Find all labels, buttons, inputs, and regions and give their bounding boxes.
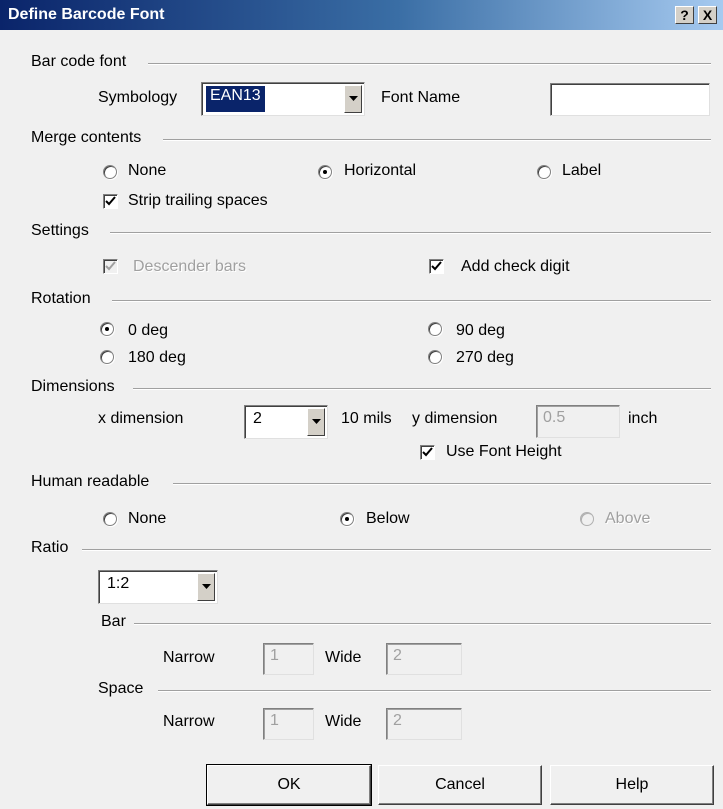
rotation-90-label: 90 deg: [456, 322, 505, 339]
help-caption-button[interactable]: ?: [675, 6, 694, 24]
space-narrow-input[interactable]: 1: [263, 708, 314, 740]
radio-selected-dot: [105, 327, 109, 331]
symbology-select[interactable]: EAN13: [201, 82, 365, 116]
strip-trailing-spaces-checkbox[interactable]: [103, 194, 118, 209]
group-divider: [134, 623, 711, 625]
descender-bars-checkbox[interactable]: [103, 259, 118, 274]
rotation-270-radio[interactable]: [428, 350, 442, 364]
y-dimension-input[interactable]: 0.5: [536, 405, 620, 438]
group-divider: [173, 483, 711, 485]
space-wide-input[interactable]: 2: [386, 708, 462, 740]
x-dimension-value: 2: [253, 410, 262, 427]
group-divider: [110, 232, 711, 234]
x-dimension-unit: 10 mils: [341, 410, 392, 427]
checkmark-icon: [105, 261, 116, 271]
merge-label-label: Label: [562, 162, 602, 179]
human-readable-below-label: Below: [366, 510, 410, 527]
add-check-digit-checkbox[interactable]: [429, 259, 444, 274]
human-readable-none-label: None: [128, 510, 167, 527]
ratio-select[interactable]: 1:2: [98, 570, 218, 604]
rotation-0-radio[interactable]: [100, 322, 114, 336]
symbology-value: EAN13: [206, 86, 265, 112]
group-divider: [112, 300, 711, 302]
group-divider: [82, 549, 711, 551]
radio-selected-dot: [345, 517, 349, 521]
human-readable-above-label: Above: [605, 510, 651, 527]
x-dimension-label: x dimension: [98, 410, 184, 427]
radio-selected-dot: [323, 170, 327, 174]
human-readable-none-radio[interactable]: [103, 512, 117, 526]
descender-bars-label: Descender bars: [133, 258, 246, 275]
human-readable-below-radio[interactable]: [340, 512, 354, 526]
group-label-rotation: Rotation: [31, 290, 91, 307]
group-label-bar-code-font: Bar code font: [31, 53, 127, 70]
font-name-label: Font Name: [381, 89, 461, 106]
group-divider: [133, 388, 711, 390]
chevron-down-icon[interactable]: [197, 573, 215, 601]
group-label-settings: Settings: [31, 222, 89, 239]
x-dimension-select[interactable]: 2: [244, 405, 328, 439]
add-check-digit-label: Add check digit: [461, 258, 570, 275]
use-font-height-checkbox[interactable]: [420, 445, 435, 460]
merge-horizontal-label: Horizontal: [344, 162, 417, 179]
ratio-value: 1:2: [107, 575, 130, 592]
bar-wide-label: Wide: [325, 649, 362, 666]
group-label-ratio: Ratio: [31, 539, 69, 556]
rotation-270-label: 270 deg: [456, 349, 514, 366]
bar-sub-label: Bar: [101, 613, 126, 630]
ok-button[interactable]: OK: [206, 764, 372, 806]
rotation-90-radio[interactable]: [428, 322, 442, 336]
space-sub-label: Space: [98, 680, 144, 697]
checkmark-icon: [431, 261, 442, 271]
use-font-height-label: Use Font Height: [446, 443, 562, 460]
space-narrow-label: Narrow: [163, 713, 215, 730]
bar-wide-input[interactable]: 2: [386, 643, 462, 675]
y-dimension-unit: inch: [628, 410, 658, 427]
group-divider: [148, 63, 711, 65]
merge-none-radio[interactable]: [103, 165, 117, 179]
chevron-down-icon[interactable]: [344, 85, 362, 113]
symbology-label: Symbology: [98, 89, 178, 106]
group-label-human-readable: Human readable: [31, 473, 150, 490]
rotation-0-label: 0 deg: [128, 322, 169, 339]
bar-narrow-label: Narrow: [163, 649, 215, 666]
human-readable-above-radio[interactable]: [580, 512, 594, 526]
window-title: Define Barcode Font: [8, 6, 165, 23]
rotation-180-radio[interactable]: [100, 350, 114, 364]
checkmark-icon: [105, 196, 116, 206]
group-label-merge-contents: Merge contents: [31, 129, 142, 146]
group-divider: [163, 139, 711, 141]
rotation-180-label: 180 deg: [128, 349, 186, 366]
chevron-down-icon[interactable]: [307, 408, 325, 436]
group-divider: [158, 690, 711, 692]
space-wide-label: Wide: [325, 713, 362, 730]
cancel-button[interactable]: Cancel: [378, 765, 542, 805]
checkmark-icon: [422, 447, 433, 457]
strip-trailing-spaces-label: Strip trailing spaces: [128, 192, 268, 209]
merge-label-radio[interactable]: [537, 165, 551, 179]
font-name-input[interactable]: [550, 83, 710, 116]
close-button[interactable]: X: [698, 6, 717, 24]
group-label-dimensions: Dimensions: [31, 378, 115, 395]
merge-horizontal-radio[interactable]: [318, 165, 332, 179]
bar-narrow-input[interactable]: 1: [263, 643, 314, 675]
y-dimension-label: y dimension: [412, 410, 498, 427]
title-bar: Define Barcode Font ? X: [0, 0, 723, 30]
help-button[interactable]: Help: [550, 765, 714, 805]
merge-none-label: None: [128, 162, 167, 179]
